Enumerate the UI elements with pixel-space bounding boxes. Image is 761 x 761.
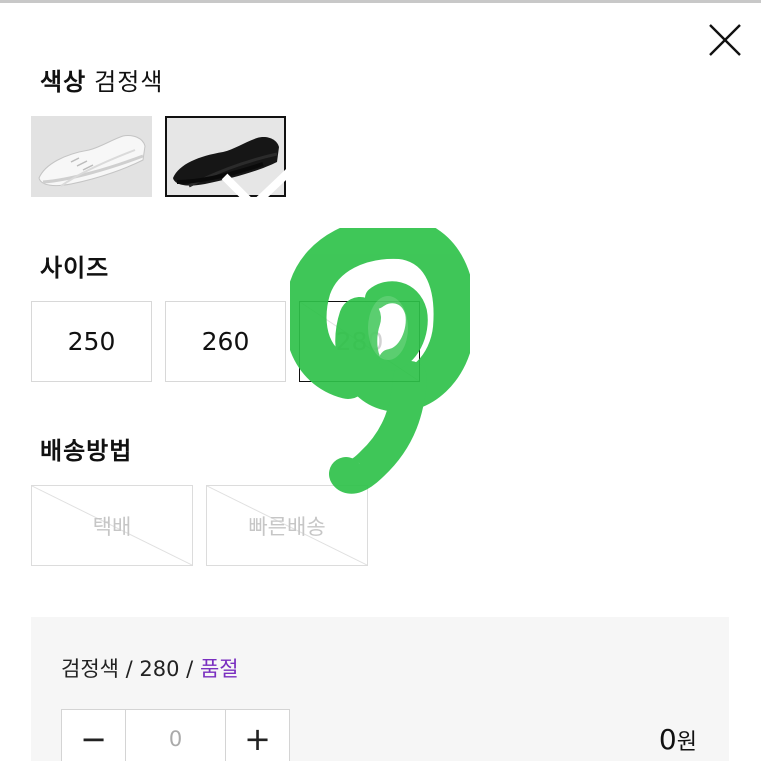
shipping-option-fast[interactable]: 빠른배송 — [206, 485, 368, 566]
size-option-label: 280 — [335, 327, 384, 356]
check-icon — [221, 144, 318, 211]
size-option-label: 260 — [201, 327, 250, 356]
color-option-black[interactable] — [165, 116, 318, 211]
soldout-status: 품절 — [199, 657, 239, 681]
increase-quantity-button[interactable]: + — [225, 710, 289, 761]
size-option-label: 250 — [67, 327, 116, 356]
color-option-white[interactable] — [31, 116, 152, 197]
price-amount: 0 — [658, 723, 677, 756]
shipping-option-label: 택배 — [92, 514, 132, 539]
shipping-option-parcel[interactable]: 택배 — [31, 485, 193, 566]
shipping-section-title: 배송방법 — [40, 437, 133, 465]
close-button[interactable] — [706, 21, 744, 59]
shipping-option-label: 빠른배송 — [248, 514, 326, 539]
total-price: 0원 — [659, 723, 697, 756]
size-option-250[interactable]: 250 — [31, 301, 152, 382]
summary-size: 280 — [139, 657, 180, 681]
price-unit: 원 — [676, 730, 697, 755]
order-summary: 검정색 / 280 / 품절 − 0 + 0원 — [31, 617, 729, 761]
color-label: 색상 — [40, 68, 87, 96]
quantity-stepper: − 0 + — [61, 709, 290, 761]
close-icon — [709, 24, 741, 56]
selected-color-value: 검정색 — [94, 68, 164, 96]
color-section-title: 색상 검정색 — [40, 62, 163, 97]
size-option-260[interactable]: 260 — [165, 301, 286, 382]
summary-separator: / — [179, 657, 200, 681]
quantity-value[interactable]: 0 — [126, 710, 225, 761]
size-section-title: 사이즈 — [40, 254, 110, 282]
top-divider — [0, 0, 761, 3]
summary-separator: / — [118, 657, 140, 681]
sneaker-white-image — [31, 116, 152, 197]
size-option-280-soldout[interactable]: 280 — [299, 301, 420, 382]
summary-color: 검정색 — [61, 657, 119, 681]
decrease-quantity-button[interactable]: − — [62, 710, 126, 761]
summary-option-line: 검정색 / 280 / 품절 — [61, 653, 239, 683]
